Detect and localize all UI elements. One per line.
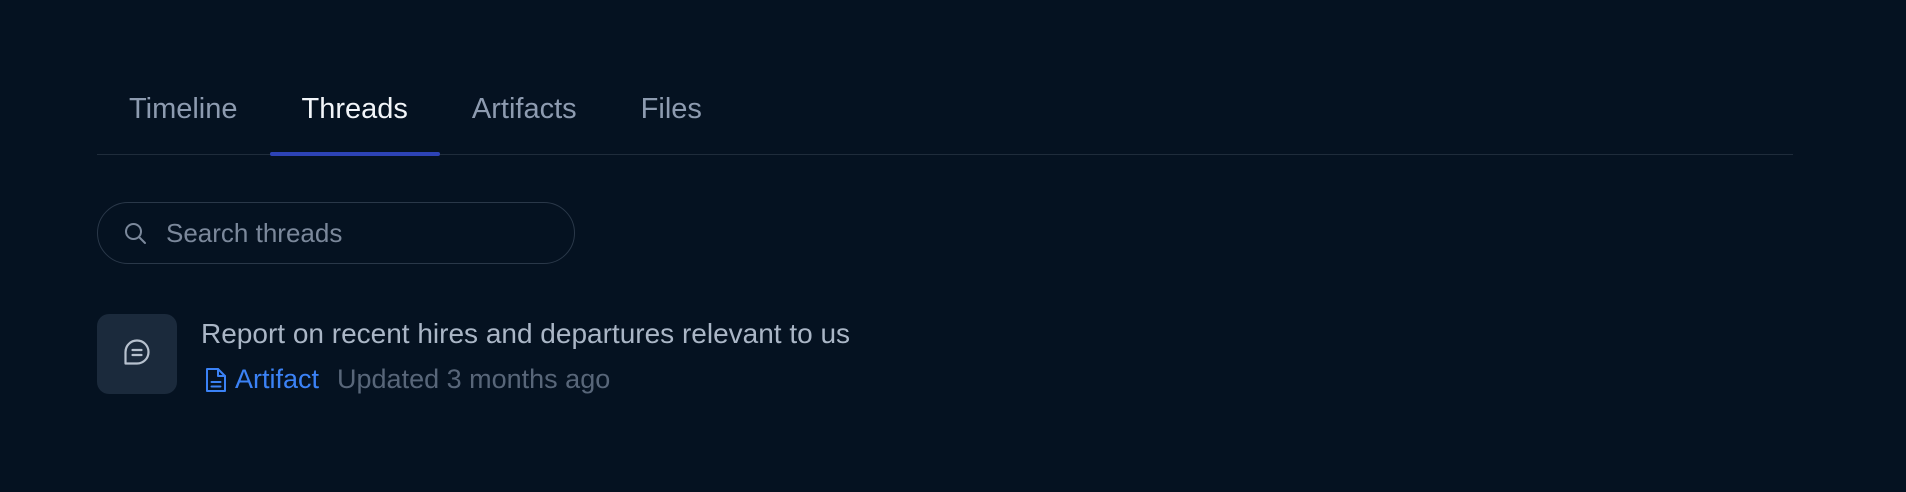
tab-bar: Timeline Threads Artifacts Files bbox=[97, 72, 1793, 156]
artifact-label: Artifact bbox=[235, 364, 320, 394]
chat-bubble-icon bbox=[121, 336, 153, 373]
tab-files[interactable]: Files bbox=[609, 72, 734, 154]
thread-title[interactable]: Report on recent hires and departures re… bbox=[201, 320, 850, 348]
search-input[interactable] bbox=[164, 216, 548, 250]
threads-page: Timeline Threads Artifacts Files Search … bbox=[0, 0, 1906, 492]
tab-timeline[interactable]: Timeline bbox=[97, 72, 270, 154]
search-box bbox=[97, 202, 575, 264]
tab-label: Files bbox=[640, 92, 702, 125]
search-icon bbox=[122, 220, 148, 246]
tab-label: Threads bbox=[301, 92, 408, 125]
updated-timestamp: Updated 3 months ago bbox=[337, 364, 611, 394]
document-icon bbox=[205, 367, 229, 393]
tab-label: Artifacts bbox=[471, 92, 577, 125]
thread-item[interactable]: Report on recent hires and departures re… bbox=[97, 314, 850, 395]
thread-body: Report on recent hires and departures re… bbox=[201, 314, 850, 395]
tab-artifacts[interactable]: Artifacts bbox=[440, 72, 609, 154]
thread-icon-box bbox=[97, 314, 177, 394]
thread-meta: Artifact Updated 3 months ago bbox=[201, 364, 850, 395]
tab-threads[interactable]: Threads bbox=[269, 72, 441, 156]
tab-label: Timeline bbox=[129, 92, 238, 125]
artifact-link[interactable]: Artifact bbox=[201, 364, 319, 395]
